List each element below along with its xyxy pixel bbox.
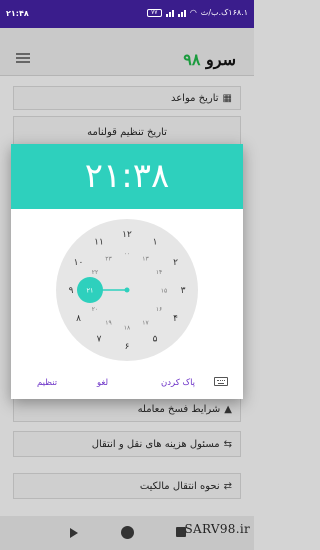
time-picker-dialog: ۲۱:۳۸ ۱۲ ۱ ۲ ۳ ۴ ۵ ۶ ۷ ۸ ۹ ۱۰ ۱۱ ۰۰ ۱۳ ۱۴ ۱۵ ۱۶ ۱۷ ۱۸ ۱۹ ۲۰ ۲…: [11, 144, 243, 399]
clock-hour-inner[interactable]: ۱۶: [156, 306, 162, 313]
clock-hour-outer[interactable]: ۳: [181, 286, 186, 296]
clock-hour-outer[interactable]: ۴: [173, 314, 178, 324]
network-speed: ۱۶۸.۱ک.ب/ث: [200, 8, 248, 17]
app-bar: سرو ۹۸: [0, 28, 254, 76]
clock-hour-inner[interactable]: ۱۸: [124, 325, 131, 332]
clock-hour-outer[interactable]: ۷: [97, 334, 102, 344]
calendar-icon: ▦: [222, 92, 232, 104]
logo-word: سرو: [206, 50, 236, 69]
list-item-label: تاریخ مواعد: [170, 92, 219, 104]
nav-back-icon[interactable]: [70, 528, 78, 538]
list-item-label: شرایط فسخ معامله: [137, 403, 221, 415]
hamburger-icon[interactable]: [16, 53, 30, 63]
list-item-ownership[interactable]: ⇄ نحوه انتقال مالکیت: [13, 473, 241, 499]
dialog-actions: پاک کردن لغو تنظیم: [11, 375, 243, 391]
clock-hour-inner[interactable]: ۱۵: [161, 288, 167, 295]
clock-hour-outer[interactable]: ۵: [153, 334, 158, 344]
clock-hour-outer[interactable]: ۲: [173, 258, 178, 268]
list-item-label: نحوه انتقال مالکیت: [139, 480, 220, 492]
watermark: SARV98.ir: [184, 522, 250, 536]
app-logo: سرو ۹۸: [183, 50, 236, 69]
clock-hour-inner[interactable]: ۱۹: [105, 320, 111, 327]
clock-hour-outer[interactable]: ۱۱: [94, 238, 104, 248]
clock-hour-inner[interactable]: ۲۰: [92, 306, 98, 313]
clock-hour-outer[interactable]: ۸: [76, 314, 81, 324]
set-button[interactable]: تنظیم: [37, 378, 57, 388]
clock-hour-inner[interactable]: ۱۷: [142, 320, 149, 327]
clock-hour-outer[interactable]: ۱۰: [74, 258, 84, 268]
clock-face[interactable]: ۱۲۱۲۳۴۵۶۷۸۹۱۰۱۱۰۰۱۳۱۴۱۵۱۶۱۷۱۸۱۹۲۰۲۱۲۲۲۳: [11, 209, 243, 369]
warning-icon: ▲: [224, 403, 232, 415]
transfer-icon: ⇄: [223, 480, 232, 492]
list-item-label: مسئول هزینه های نقل و انتقال: [91, 438, 220, 450]
keyboard-icon[interactable]: [214, 377, 228, 386]
logo-number: ۹۸: [183, 50, 201, 69]
battery-icon: ۷۷: [146, 8, 162, 17]
list-item-cancellation[interactable]: ▲ شرایط فسخ معامله: [13, 396, 241, 422]
clock-hour-inner[interactable]: ۰۰: [124, 251, 130, 258]
clock-hour-inner[interactable]: ۱۴: [156, 269, 162, 276]
list-item-dates[interactable]: ▦ تاریخ مواعد: [13, 86, 241, 110]
clear-button[interactable]: پاک کردن: [161, 378, 195, 388]
clock-hour-inner[interactable]: ۲۲: [92, 269, 98, 276]
signal-icon-2: [177, 9, 186, 17]
clock-hour-outer[interactable]: ۹: [69, 286, 74, 296]
status-time: ۲۱:۴۸: [6, 9, 29, 18]
signal-icon: [165, 9, 174, 17]
list-item-transfer-costs[interactable]: ⇆ مسئول هزینه های نقل و انتقال: [13, 431, 241, 457]
clock-hour-selected[interactable]: ۲۱: [87, 287, 94, 295]
clock-center-dot: [124, 287, 130, 293]
clock-hour-outer[interactable]: ۱۲: [122, 230, 132, 240]
clock-hour-inner[interactable]: ۱۳: [142, 255, 149, 262]
list-item-label: تاریخ تنظیم قولنامه: [87, 126, 167, 138]
nav-home-icon[interactable]: [121, 526, 134, 539]
clock-hour-outer[interactable]: ۱: [153, 238, 158, 248]
time-display[interactable]: ۲۱:۳۸: [11, 144, 243, 209]
status-bar: ۲۱:۴۸ ۷۷ ◠ ۱۶۸.۱ک.ب/ث: [0, 0, 254, 28]
status-icons: ۷۷ ◠ ۱۶۸.۱ک.ب/ث: [146, 8, 248, 17]
handshake-icon: ⇆: [223, 438, 232, 450]
clock-hour-outer[interactable]: ۶: [125, 342, 130, 352]
cancel-button[interactable]: لغو: [97, 378, 108, 388]
clock-hour-inner[interactable]: ۲۳: [105, 255, 112, 262]
wifi-icon: ◠: [189, 8, 197, 17]
